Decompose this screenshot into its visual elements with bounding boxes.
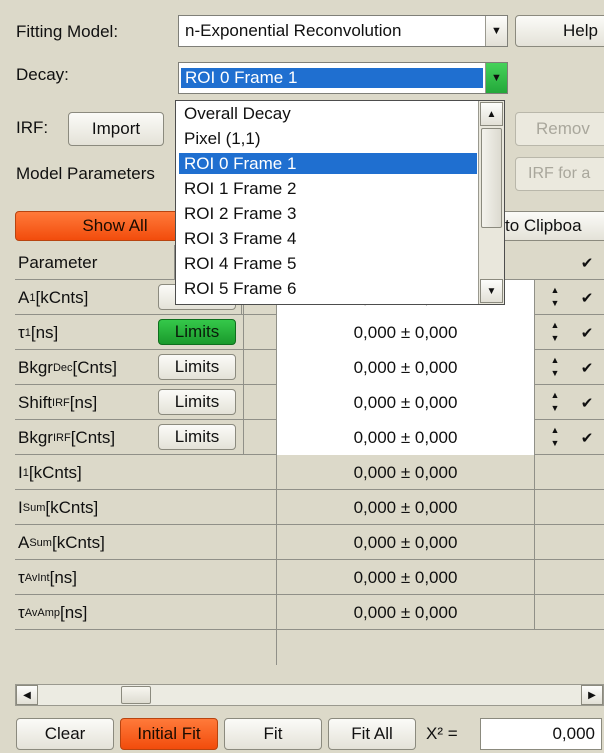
decay-value: ROI 0 Frame 1 [181, 68, 483, 88]
fit-all-button[interactable]: Fit All [328, 718, 416, 750]
up-arrow-icon[interactable]: ▲ [480, 102, 503, 126]
limits-button[interactable]: Limits [158, 389, 236, 415]
table-row: τ1 [ns] Limits 0,000 ± 0,000 ▲ ▼ ✔ [15, 315, 604, 350]
spinner-icon[interactable]: ▲ ▼ [548, 426, 562, 448]
spinner-icon[interactable]: ▲ ▼ [548, 286, 562, 308]
fit-checkbox[interactable]: ✔ [575, 280, 599, 315]
fit-checkbox[interactable]: ✔ [575, 385, 599, 420]
param-name: τ1 [ns] [18, 322, 59, 342]
table-row: I1 [kCnts] 0,000 ± 0,000 [15, 455, 604, 490]
chevron-down-icon[interactable]: ▼ [485, 16, 507, 46]
copy-to-clipboard-button[interactable]: to Clipboa [490, 211, 604, 241]
decay-label: Decay: [16, 65, 69, 84]
fitting-model-select[interactable]: n-Exponential Reconvolution ▼ [178, 15, 508, 47]
dropdown-option[interactable]: ROI 3 Frame 4 [179, 228, 477, 249]
dropdown-option[interactable]: ROI 4 Frame 5 [179, 253, 477, 274]
param-value: 0,000 ± 0,000 [277, 490, 535, 525]
param-name: Bkgr Dec [Cnts] [18, 357, 117, 377]
fitting-model-label: Fitting Model: [16, 22, 119, 41]
table-row: Shift IRF [ns] Limits 0,000 ± 0,000 ▲ ▼ ✔ [15, 385, 604, 420]
header-check-icon: ✔ [580, 254, 594, 272]
model-parameters-label: Model Parameters [16, 164, 155, 183]
header-parameter: Parameter [15, 245, 175, 280]
param-flag-cell [243, 420, 277, 455]
param-name: Bkgr IRF [Cnts] [18, 427, 116, 447]
parameter-grid: Parameter ✔ A1 [kCnts] Limits 0,000 ± 0,… [15, 245, 604, 683]
chi-squared-value: 0,000 [480, 718, 602, 750]
import-button[interactable]: Import [68, 112, 164, 146]
help-button[interactable]: Help [515, 15, 604, 47]
dropdown-option-selected[interactable]: ROI 0 Frame 1 [179, 153, 477, 174]
param-value[interactable]: 0,000 ± 0,000 [277, 385, 535, 420]
spinner-icon[interactable]: ▲ ▼ [548, 321, 562, 343]
decay-dropdown-list[interactable]: Overall Decay Pixel (1,1) ROI 0 Frame 1 … [175, 100, 505, 305]
param-name: Shift IRF [ns] [18, 392, 98, 412]
scrollbar-thumb[interactable] [481, 128, 502, 228]
left-arrow-icon[interactable]: ◀ [16, 685, 38, 705]
table-row: τ AvInt [ns] 0,000 ± 0,000 [15, 560, 604, 595]
right-arrow-icon[interactable]: ▶ [581, 685, 603, 705]
param-value: 0,000 ± 0,000 [277, 560, 535, 595]
irf-label: IRF: [16, 118, 49, 137]
chevron-down-icon[interactable]: ▼ [485, 63, 507, 93]
fit-checkbox[interactable]: ✔ [575, 350, 599, 385]
remove-irf-button[interactable]: Remov [515, 112, 604, 146]
limits-button[interactable]: Limits [158, 354, 236, 380]
param-name: τ AvAmp [ns] [15, 595, 277, 630]
spinner-icon[interactable]: ▲ ▼ [548, 391, 562, 413]
table-row: I Sum [kCnts] 0,000 ± 0,000 [15, 490, 604, 525]
fit-checkbox[interactable]: ✔ [575, 315, 599, 350]
param-value[interactable]: 0,000 ± 0,000 [277, 420, 535, 455]
param-name: I1 [kCnts] [15, 455, 277, 490]
table-row: Bkgr IRF [Cnts] Limits 0,000 ± 0,000 ▲ ▼ ✔ [15, 420, 604, 455]
dropdown-scrollbar[interactable]: ▲ ▼ [478, 101, 504, 304]
horizontal-scrollbar[interactable]: ◀ ▶ [15, 684, 604, 706]
dropdown-option[interactable]: ROI 2 Frame 3 [179, 203, 477, 224]
param-name: A Sum [kCnts] [15, 525, 277, 560]
down-arrow-icon[interactable]: ▼ [480, 279, 503, 303]
param-name: A1 [kCnts] [18, 287, 89, 307]
table-row: τ AvAmp [ns] 0,000 ± 0,000 [15, 595, 604, 630]
dropdown-option[interactable]: Overall Decay [179, 103, 477, 124]
table-row-partial [15, 630, 604, 665]
param-value[interactable]: 0,000 ± 0,000 [277, 350, 535, 385]
limits-button-active[interactable]: Limits [158, 319, 236, 345]
dropdown-option[interactable]: ROI 1 Frame 2 [179, 178, 477, 199]
fit-button[interactable]: Fit [224, 718, 322, 750]
scrollbar-thumb[interactable] [121, 686, 151, 704]
spinner-icon[interactable]: ▲ ▼ [548, 356, 562, 378]
dropdown-option[interactable]: Pixel (1,1) [179, 128, 477, 149]
param-flag-cell [243, 350, 277, 385]
irf-for-all-button[interactable]: IRF for a [515, 157, 604, 191]
param-value[interactable]: 0,000 ± 0,000 [277, 315, 535, 350]
dropdown-option[interactable]: ROI 5 Frame 6 [179, 278, 477, 299]
param-value: 0,000 ± 0,000 [277, 455, 535, 490]
initial-fit-button[interactable]: Initial Fit [120, 718, 218, 750]
param-name: τ AvInt [ns] [15, 560, 277, 595]
chi-squared-label: X² = [426, 724, 458, 743]
param-value: 0,000 ± 0,000 [277, 595, 535, 630]
table-row: A Sum [kCnts] 0,000 ± 0,000 [15, 525, 604, 560]
param-flag-cell [243, 385, 277, 420]
decay-select[interactable]: ROI 0 Frame 1 ▼ [178, 62, 508, 94]
limits-button[interactable]: Limits [158, 424, 236, 450]
param-name [15, 630, 277, 665]
clear-button[interactable]: Clear [16, 718, 114, 750]
table-row: Bkgr Dec [Cnts] Limits 0,000 ± 0,000 ▲ ▼ ✔ [15, 350, 604, 385]
param-name: I Sum [kCnts] [15, 490, 277, 525]
param-value: 0,000 ± 0,000 [277, 525, 535, 560]
param-flag-cell [243, 315, 277, 350]
fit-checkbox[interactable]: ✔ [575, 420, 599, 455]
fitting-model-value: n-Exponential Reconvolution [185, 21, 402, 40]
